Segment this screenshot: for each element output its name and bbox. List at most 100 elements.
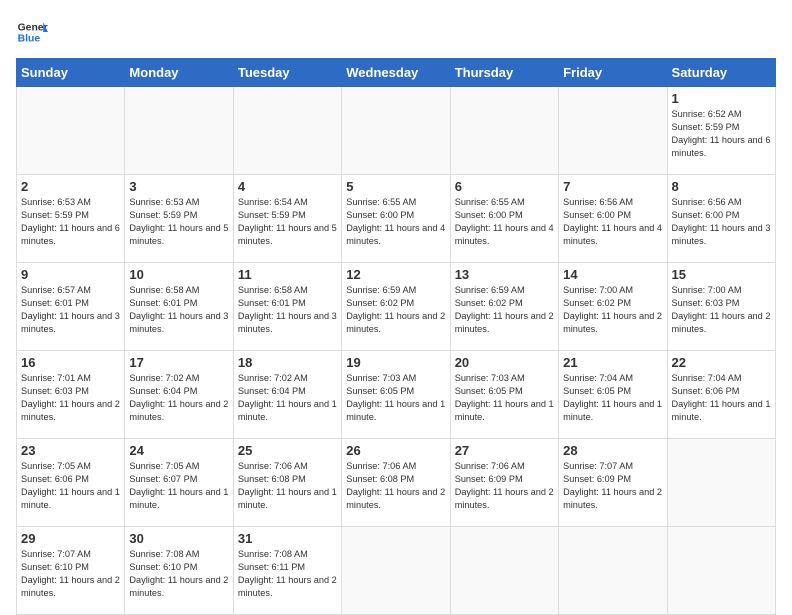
day-number: 16 <box>21 355 120 370</box>
day-number: 19 <box>346 355 445 370</box>
cal-cell-3-2: 18 Sunrise: 7:02 AMSunset: 6:04 PMDaylig… <box>233 351 341 439</box>
cal-cell-4-0: 23 Sunrise: 7:05 AMSunset: 6:06 PMDaylig… <box>17 439 125 527</box>
cell-info: Sunrise: 6:56 AMSunset: 6:00 PMDaylight:… <box>563 196 662 248</box>
cell-info: Sunrise: 7:02 AMSunset: 6:04 PMDaylight:… <box>129 372 228 424</box>
cell-info: Sunrise: 6:55 AMSunset: 6:00 PMDaylight:… <box>346 196 445 248</box>
day-number: 5 <box>346 179 445 194</box>
cal-cell-3-5: 21 Sunrise: 7:04 AMSunset: 6:05 PMDaylig… <box>559 351 667 439</box>
day-number: 3 <box>129 179 228 194</box>
cal-cell-4-6 <box>667 439 775 527</box>
calendar-week-5: 29 Sunrise: 7:07 AMSunset: 6:10 PMDaylig… <box>17 527 776 615</box>
day-header-monday: Monday <box>125 59 233 87</box>
day-number: 31 <box>238 531 337 546</box>
calendar-body: 1 Sunrise: 6:52 AMSunset: 5:59 PMDayligh… <box>17 87 776 615</box>
cal-cell-5-6 <box>667 527 775 615</box>
cell-info: Sunrise: 6:57 AMSunset: 6:01 PMDaylight:… <box>21 284 120 336</box>
cal-cell-3-0: 16 Sunrise: 7:01 AMSunset: 6:03 PMDaylig… <box>17 351 125 439</box>
cell-info: Sunrise: 7:03 AMSunset: 6:05 PMDaylight:… <box>346 372 445 424</box>
day-number: 6 <box>455 179 554 194</box>
cell-info: Sunrise: 6:59 AMSunset: 6:02 PMDaylight:… <box>346 284 445 336</box>
cal-cell-4-2: 25 Sunrise: 7:06 AMSunset: 6:08 PMDaylig… <box>233 439 341 527</box>
cell-info: Sunrise: 7:04 AMSunset: 6:05 PMDaylight:… <box>563 372 662 424</box>
day-header-thursday: Thursday <box>450 59 558 87</box>
day-number: 28 <box>563 443 662 458</box>
cell-info: Sunrise: 7:07 AMSunset: 6:10 PMDaylight:… <box>21 548 120 600</box>
cal-cell-0-6: 1 Sunrise: 6:52 AMSunset: 5:59 PMDayligh… <box>667 87 775 175</box>
cal-cell-4-5: 28 Sunrise: 7:07 AMSunset: 6:09 PMDaylig… <box>559 439 667 527</box>
cell-info: Sunrise: 6:55 AMSunset: 6:00 PMDaylight:… <box>455 196 554 248</box>
cal-cell-0-1 <box>125 87 233 175</box>
day-number: 27 <box>455 443 554 458</box>
day-number: 18 <box>238 355 337 370</box>
cal-cell-5-2: 31 Sunrise: 7:08 AMSunset: 6:11 PMDaylig… <box>233 527 341 615</box>
cal-cell-0-0 <box>17 87 125 175</box>
calendar-week-0: 1 Sunrise: 6:52 AMSunset: 5:59 PMDayligh… <box>17 87 776 175</box>
calendar-week-3: 16 Sunrise: 7:01 AMSunset: 6:03 PMDaylig… <box>17 351 776 439</box>
day-number: 2 <box>21 179 120 194</box>
day-number: 30 <box>129 531 228 546</box>
calendar-week-4: 23 Sunrise: 7:05 AMSunset: 6:06 PMDaylig… <box>17 439 776 527</box>
day-number: 10 <box>129 267 228 282</box>
cell-info: Sunrise: 7:04 AMSunset: 6:06 PMDaylight:… <box>672 372 771 424</box>
cal-cell-3-4: 20 Sunrise: 7:03 AMSunset: 6:05 PMDaylig… <box>450 351 558 439</box>
cal-cell-1-0: 2 Sunrise: 6:53 AMSunset: 5:59 PMDayligh… <box>17 175 125 263</box>
cal-cell-1-4: 6 Sunrise: 6:55 AMSunset: 6:00 PMDayligh… <box>450 175 558 263</box>
cal-cell-1-6: 8 Sunrise: 6:56 AMSunset: 6:00 PMDayligh… <box>667 175 775 263</box>
cal-cell-4-3: 26 Sunrise: 7:06 AMSunset: 6:08 PMDaylig… <box>342 439 450 527</box>
cal-cell-2-3: 12 Sunrise: 6:59 AMSunset: 6:02 PMDaylig… <box>342 263 450 351</box>
day-number: 14 <box>563 267 662 282</box>
cell-info: Sunrise: 7:02 AMSunset: 6:04 PMDaylight:… <box>238 372 337 424</box>
calendar-week-2: 9 Sunrise: 6:57 AMSunset: 6:01 PMDayligh… <box>17 263 776 351</box>
cal-cell-1-5: 7 Sunrise: 6:56 AMSunset: 6:00 PMDayligh… <box>559 175 667 263</box>
cal-cell-5-1: 30 Sunrise: 7:08 AMSunset: 6:10 PMDaylig… <box>125 527 233 615</box>
day-number: 24 <box>129 443 228 458</box>
day-number: 20 <box>455 355 554 370</box>
day-number: 13 <box>455 267 554 282</box>
header: General Blue <box>16 16 776 48</box>
day-header-friday: Friday <box>559 59 667 87</box>
logo-icon: General Blue <box>16 16 48 48</box>
day-number: 23 <box>21 443 120 458</box>
cal-cell-2-0: 9 Sunrise: 6:57 AMSunset: 6:01 PMDayligh… <box>17 263 125 351</box>
cell-info: Sunrise: 7:08 AMSunset: 6:11 PMDaylight:… <box>238 548 337 600</box>
day-number: 8 <box>672 179 771 194</box>
cell-info: Sunrise: 7:05 AMSunset: 6:06 PMDaylight:… <box>21 460 120 512</box>
cal-cell-2-6: 15 Sunrise: 7:00 AMSunset: 6:03 PMDaylig… <box>667 263 775 351</box>
cell-info: Sunrise: 7:06 AMSunset: 6:08 PMDaylight:… <box>238 460 337 512</box>
cal-cell-2-1: 10 Sunrise: 6:58 AMSunset: 6:01 PMDaylig… <box>125 263 233 351</box>
cell-info: Sunrise: 6:56 AMSunset: 6:00 PMDaylight:… <box>672 196 771 248</box>
day-header-tuesday: Tuesday <box>233 59 341 87</box>
cell-info: Sunrise: 7:01 AMSunset: 6:03 PMDaylight:… <box>21 372 120 424</box>
day-number: 25 <box>238 443 337 458</box>
cal-cell-3-1: 17 Sunrise: 7:02 AMSunset: 6:04 PMDaylig… <box>125 351 233 439</box>
day-number: 22 <box>672 355 771 370</box>
day-number: 9 <box>21 267 120 282</box>
cal-cell-2-2: 11 Sunrise: 6:58 AMSunset: 6:01 PMDaylig… <box>233 263 341 351</box>
cal-cell-5-4 <box>450 527 558 615</box>
day-number: 12 <box>346 267 445 282</box>
cal-cell-0-5 <box>559 87 667 175</box>
logo: General Blue <box>16 16 48 48</box>
page: General Blue SundayMondayTuesdayWednesda… <box>0 0 792 612</box>
calendar-header-row: SundayMondayTuesdayWednesdayThursdayFrid… <box>17 59 776 87</box>
day-header-wednesday: Wednesday <box>342 59 450 87</box>
cell-info: Sunrise: 7:08 AMSunset: 6:10 PMDaylight:… <box>129 548 228 600</box>
cal-cell-4-1: 24 Sunrise: 7:05 AMSunset: 6:07 PMDaylig… <box>125 439 233 527</box>
calendar-week-1: 2 Sunrise: 6:53 AMSunset: 5:59 PMDayligh… <box>17 175 776 263</box>
cell-info: Sunrise: 6:53 AMSunset: 5:59 PMDaylight:… <box>129 196 228 248</box>
cal-cell-2-5: 14 Sunrise: 7:00 AMSunset: 6:02 PMDaylig… <box>559 263 667 351</box>
calendar-table: SundayMondayTuesdayWednesdayThursdayFrid… <box>16 58 776 615</box>
cal-cell-0-2 <box>233 87 341 175</box>
day-number: 29 <box>21 531 120 546</box>
cal-cell-1-3: 5 Sunrise: 6:55 AMSunset: 6:00 PMDayligh… <box>342 175 450 263</box>
cell-info: Sunrise: 6:59 AMSunset: 6:02 PMDaylight:… <box>455 284 554 336</box>
cal-cell-1-1: 3 Sunrise: 6:53 AMSunset: 5:59 PMDayligh… <box>125 175 233 263</box>
day-number: 26 <box>346 443 445 458</box>
cal-cell-3-3: 19 Sunrise: 7:03 AMSunset: 6:05 PMDaylig… <box>342 351 450 439</box>
cal-cell-1-2: 4 Sunrise: 6:54 AMSunset: 5:59 PMDayligh… <box>233 175 341 263</box>
cal-cell-0-4 <box>450 87 558 175</box>
cal-cell-0-3 <box>342 87 450 175</box>
day-number: 11 <box>238 267 337 282</box>
day-header-saturday: Saturday <box>667 59 775 87</box>
cell-info: Sunrise: 7:06 AMSunset: 6:09 PMDaylight:… <box>455 460 554 512</box>
